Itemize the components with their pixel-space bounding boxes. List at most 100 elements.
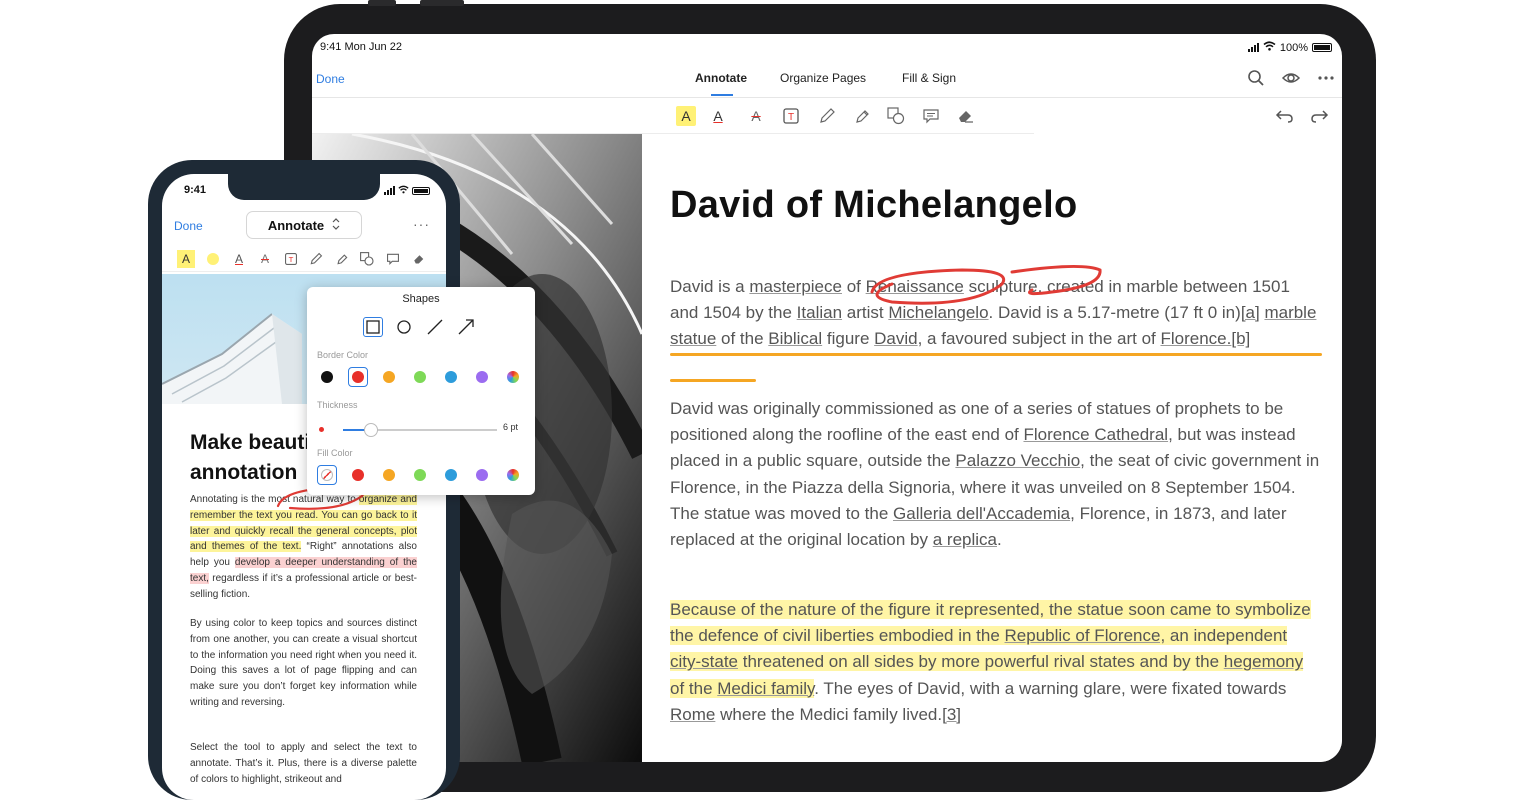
signal-icon (1247, 43, 1259, 52)
tab-annotate[interactable]: Annotate (695, 71, 747, 85)
fill-color-swatch-custom[interactable] (507, 469, 519, 481)
marker-icon[interactable] (852, 106, 872, 126)
text-box-icon[interactable]: T (282, 250, 300, 268)
body-text: . (997, 530, 1002, 550)
ink-circle-annotation[interactable] (852, 262, 1102, 310)
marker-icon[interactable] (333, 250, 351, 268)
battery-icon (412, 186, 430, 195)
tablet-volume-button (368, 0, 396, 6)
body-text: . The eyes of David, with a warning glar… (814, 678, 1287, 698)
fill-color-swatch[interactable] (352, 469, 364, 481)
thickness-slider-knob[interactable] (364, 423, 378, 437)
link-text[interactable]: Republic of Florence (1004, 626, 1161, 646)
done-button[interactable]: Done (316, 72, 345, 86)
more-icon[interactable]: ··· (413, 216, 430, 232)
text-box-icon[interactable]: T (781, 106, 801, 126)
body-text: of the (670, 678, 718, 698)
thickness-min-icon (319, 427, 324, 432)
link-text[interactable]: Medici family (717, 678, 815, 698)
page-title: David of Michelangelo (670, 184, 1078, 226)
active-tab-indicator (711, 94, 733, 96)
border-color-swatch[interactable] (383, 371, 395, 383)
paragraph-3[interactable]: Because of the nature of the figure it r… (670, 597, 1322, 728)
popover-title: Shapes (402, 293, 440, 305)
fill-color-swatch[interactable] (445, 469, 457, 481)
link-text[interactable]: masterpiece (749, 277, 842, 296)
underline-icon[interactable]: A (708, 106, 728, 126)
tab-fill-sign[interactable]: Fill & Sign (902, 71, 956, 85)
body-text: threatened on all sides by more powerful… (738, 652, 1224, 672)
link-text[interactable]: Galleria dell'Accademia (893, 504, 1070, 523)
phone-status-time: 9:41 (184, 184, 207, 196)
pencil-icon[interactable] (307, 250, 325, 268)
phone-paragraph-3[interactable]: Select the tool to apply and select the … (190, 740, 417, 787)
highlight-color-icon[interactable] (204, 250, 222, 268)
signal-icon (384, 186, 395, 195)
link-text[interactable]: Florence. (1160, 329, 1231, 348)
fill-color-swatch[interactable] (383, 469, 395, 481)
square-shape-icon[interactable] (363, 317, 383, 337)
redo-icon[interactable] (1309, 106, 1329, 126)
link-text[interactable]: [b] (1231, 329, 1250, 348)
tab-organize-pages[interactable]: Organize Pages (780, 71, 866, 85)
border-color-swatch[interactable] (445, 371, 457, 383)
mode-selector[interactable]: Annotate (246, 211, 362, 239)
link-text[interactable]: Palazzo Vecchio (955, 451, 1080, 470)
strikeout-icon[interactable]: A (746, 106, 766, 126)
eraser-icon[interactable] (410, 250, 428, 268)
border-color-swatch[interactable] (414, 371, 426, 383)
arrow-shape-icon[interactable] (456, 317, 476, 337)
document-page: David of Michelangelo David is a masterp… (642, 134, 1342, 762)
svg-text:T: T (289, 255, 294, 264)
shapes-popover: Shapes Border Color Thickness 6 pt Fill … (307, 287, 535, 495)
fill-color-label: Fill Color (317, 448, 353, 458)
link-text[interactable]: hegemony (1223, 652, 1304, 672)
thickness-value: 6 pt (503, 422, 519, 432)
highlight-icon[interactable]: A (676, 106, 696, 126)
link-text[interactable]: Italian (797, 303, 842, 322)
orange-underline-annotation[interactable] (670, 353, 1322, 356)
status-time: 9:41 Mon Jun 22 (320, 41, 402, 53)
search-icon[interactable] (1246, 68, 1266, 88)
link-text[interactable]: [3] (942, 705, 961, 724)
body-text: regardless if it’s a professional articl… (190, 572, 417, 600)
eraser-icon[interactable] (956, 106, 976, 126)
link-text[interactable]: Florence Cathedral (1023, 425, 1168, 444)
fill-color-swatch[interactable] (414, 469, 426, 481)
done-button[interactable]: Done (174, 219, 203, 233)
battery-icon (1312, 43, 1332, 52)
link-text[interactable]: city-state (670, 652, 739, 672)
shapes-icon[interactable] (358, 250, 376, 268)
paragraph-2[interactable]: David was originally commissioned as one… (670, 396, 1322, 553)
body-text: , a favoured subject in the art of (917, 329, 1161, 349)
phone-paragraph-2[interactable]: By using color to keep topics and source… (190, 616, 417, 711)
undo-icon[interactable] (1275, 106, 1295, 126)
border-color-swatch[interactable] (476, 371, 488, 383)
circle-shape-icon[interactable] (394, 317, 414, 337)
highlight-icon[interactable]: A (177, 250, 195, 268)
border-color-swatch[interactable] (321, 371, 333, 383)
wifi-icon (1263, 41, 1276, 54)
orange-underline-annotation[interactable] (670, 379, 756, 382)
comment-icon[interactable] (921, 106, 941, 126)
eye-icon[interactable] (1281, 68, 1301, 88)
link-text[interactable]: a replica (933, 530, 997, 549)
comment-icon[interactable] (384, 250, 402, 268)
battery-percent: 100% (1279, 41, 1308, 54)
fill-color-swatch-none[interactable] (321, 469, 333, 481)
phone-status-indicators (384, 185, 430, 196)
link-text[interactable]: [a] (1241, 303, 1260, 322)
pencil-icon[interactable] (817, 106, 837, 126)
link-text[interactable]: Biblical (768, 329, 822, 348)
link-text[interactable]: Rome (670, 705, 715, 724)
fill-color-swatch[interactable] (476, 469, 488, 481)
underline-icon[interactable]: A (230, 250, 248, 268)
strikeout-icon[interactable]: A (256, 250, 274, 268)
tablet-power-button (420, 0, 464, 6)
more-icon[interactable] (1316, 68, 1336, 88)
line-shape-icon[interactable] (425, 317, 445, 337)
border-color-swatch[interactable] (352, 371, 364, 383)
shapes-icon[interactable] (886, 106, 906, 126)
link-text[interactable]: David (874, 329, 917, 348)
border-color-swatch-custom[interactable] (507, 371, 519, 383)
